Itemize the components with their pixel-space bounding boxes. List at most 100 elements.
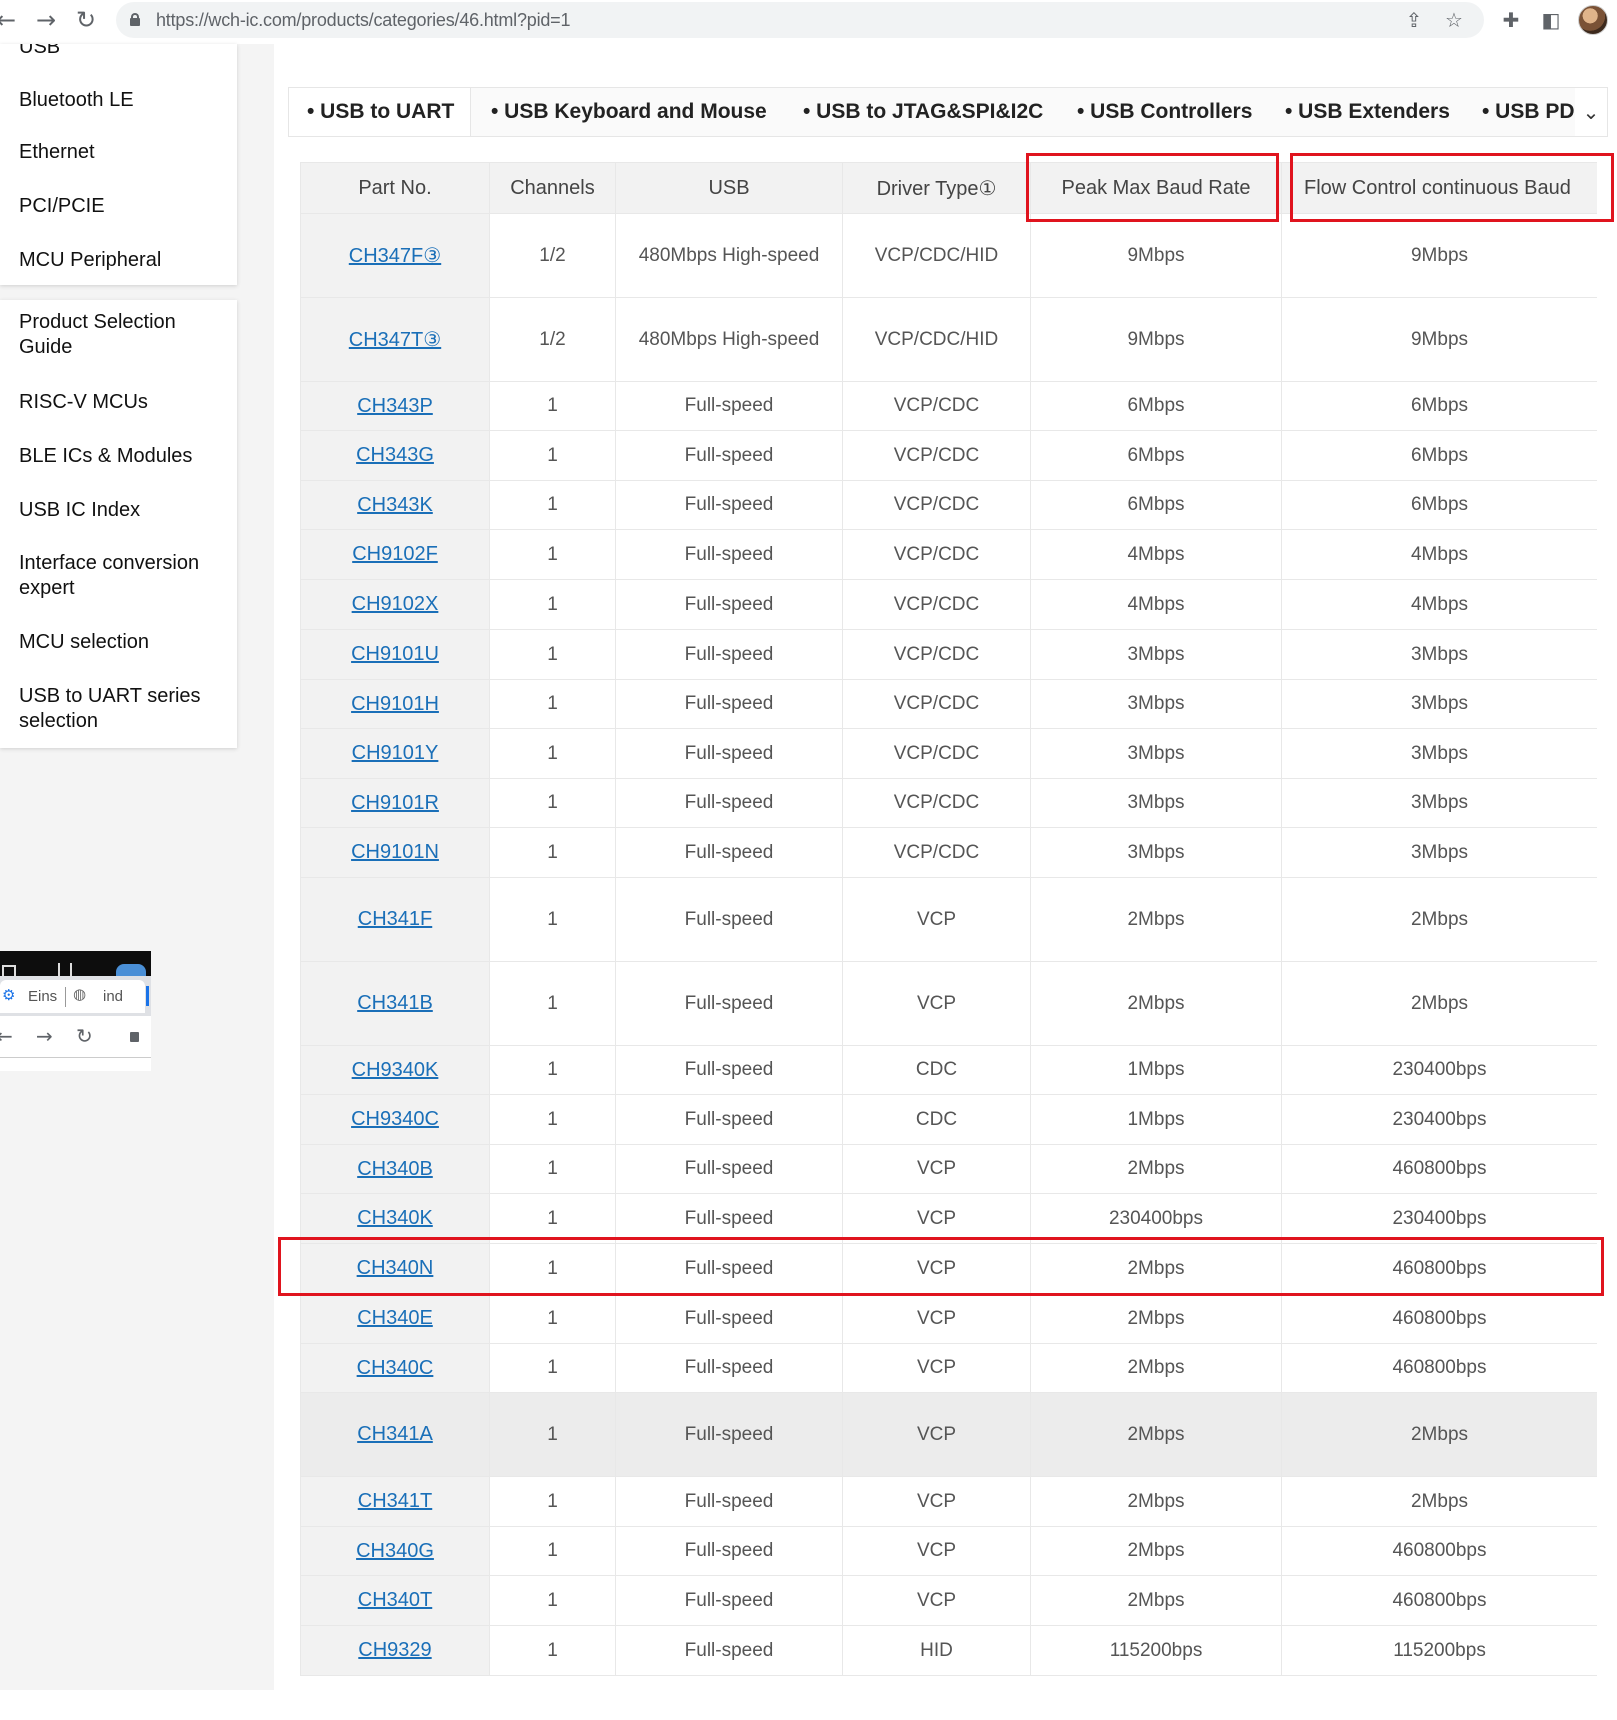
cell-flow-baud: 3Mbps: [1281, 629, 1597, 680]
window-icon: [2, 965, 16, 976]
bookmark-star-icon[interactable]: ☆: [1441, 7, 1467, 33]
part-number-link[interactable]: CH341A: [357, 1423, 433, 1445]
table-header-row: Part No. Channels USB Driver Type① Peak …: [300, 162, 1597, 214]
sidebar-item-usb[interactable]: USB: [19, 44, 229, 60]
cell-flow-baud: 460800bps: [1281, 1293, 1597, 1344]
part-number-link[interactable]: CH343G: [356, 444, 434, 466]
cell-peak-baud: 6Mbps: [1030, 381, 1282, 431]
part-number-link[interactable]: CH9101Y: [352, 742, 439, 764]
sidebar-item-ble-ics-modules[interactable]: BLE ICs & Modules: [19, 444, 229, 469]
cell-peak-baud: 1Mbps: [1030, 1045, 1282, 1095]
table-row: CH9340K 1 Full-speed CDC 1Mbps 230400bps: [300, 1045, 1597, 1095]
cell-flow-baud: 230400bps: [1281, 1045, 1597, 1095]
extensions-icon[interactable]: ✚: [1497, 6, 1525, 34]
part-number-link[interactable]: CH341T: [358, 1490, 432, 1512]
part-number-link[interactable]: CH347T③: [349, 329, 441, 351]
forward-icon[interactable]: →: [32, 6, 60, 34]
cell-flow-baud: 4Mbps: [1281, 579, 1597, 630]
part-number-link[interactable]: CH9329: [358, 1639, 431, 1661]
part-number-link[interactable]: CH340B: [357, 1158, 433, 1180]
tab-usb-pd[interactable]: • USB PD: [1482, 88, 1575, 136]
sidebar-item-product-selection-guide[interactable]: Product Selection Guide: [19, 310, 229, 360]
part-number-link[interactable]: CH9102F: [352, 543, 438, 565]
table-row: CH340E 1 Full-speed VCP 2Mbps 460800bps: [300, 1293, 1597, 1344]
cell-usb: Full-speed: [615, 1293, 843, 1344]
sidebar-item-usb-to-uart-series-selection[interactable]: USB to UART series selection: [19, 684, 229, 734]
table-row: CH340C 1 Full-speed VCP 2Mbps 460800bps: [300, 1343, 1597, 1393]
part-number-link[interactable]: CH9101N: [351, 841, 439, 863]
part-number-link[interactable]: CH341F: [358, 908, 432, 930]
profile-avatar[interactable]: [1578, 5, 1608, 35]
tab-usb-to-uart[interactable]: • USB to UART: [289, 88, 471, 136]
side-panel-icon[interactable]: ◧: [1537, 6, 1565, 34]
cell-part-no: CH9340C: [300, 1094, 490, 1145]
table-row: CH341B 1 Full-speed VCP 2Mbps 2Mbps: [300, 961, 1597, 1046]
part-number-link[interactable]: CH9101U: [351, 643, 439, 665]
taskbar-strip: [0, 951, 151, 976]
col-header-usb[interactable]: USB: [615, 162, 843, 214]
share-icon[interactable]: ⇪: [1401, 7, 1427, 33]
url-text[interactable]: https://wch-ic.com/products/categories/4…: [156, 10, 571, 31]
tab-usb-to-jtag-spi-i2c[interactable]: • USB to JTAG&SPI&I2C: [803, 88, 1043, 136]
part-number-link[interactable]: CH9101H: [351, 693, 439, 715]
tab-usb-controllers[interactable]: • USB Controllers: [1077, 88, 1252, 136]
cell-driver-type: VCP: [842, 1293, 1031, 1344]
cell-usb: Full-speed: [615, 877, 843, 962]
globe-icon: ◍: [73, 985, 87, 1003]
cell-flow-baud: 9Mbps: [1281, 297, 1597, 382]
col-header-peak-max-baud-rate[interactable]: Peak Max Baud Rate: [1030, 162, 1282, 214]
sidebar-item-risc-v-mcus[interactable]: RISC-V MCUs: [19, 390, 229, 415]
reload-icon[interactable]: ↻: [72, 6, 100, 34]
tab-usb-keyboard-and-mouse[interactable]: • USB Keyboard and Mouse: [491, 88, 767, 136]
cell-usb: Full-speed: [615, 1526, 843, 1576]
cell-driver-type: VCP/CDC: [842, 827, 1031, 878]
col-header-part-no[interactable]: Part No.: [300, 162, 490, 214]
part-number-link[interactable]: CH340C: [357, 1357, 434, 1379]
table-row: CH340N 1 Full-speed VCP 2Mbps 460800bps: [300, 1243, 1597, 1294]
sidebar-item-mcu-peripheral[interactable]: MCU Peripheral: [19, 248, 229, 273]
cell-part-no: CH343P: [300, 381, 490, 431]
part-number-link[interactable]: CH9101R: [351, 792, 439, 814]
back-icon[interactable]: ←: [0, 6, 20, 34]
part-number-link[interactable]: CH340E: [357, 1307, 433, 1329]
sidebar-item-bluetooth-le[interactable]: Bluetooth LE: [19, 88, 229, 113]
part-number-link[interactable]: CH9340C: [351, 1108, 439, 1130]
cell-usb: Full-speed: [615, 529, 843, 580]
cell-flow-baud: 4Mbps: [1281, 529, 1597, 580]
sidebar-item-mcu-selection[interactable]: MCU selection: [19, 630, 229, 655]
part-number-link[interactable]: CH340G: [356, 1540, 434, 1562]
cell-peak-baud: 2Mbps: [1030, 1575, 1282, 1626]
table-row: CH343P 1 Full-speed VCP/CDC 6Mbps 6Mbps: [300, 381, 1597, 431]
part-number-link[interactable]: CH340T: [358, 1589, 432, 1611]
cell-channels: 1: [489, 629, 616, 680]
chevron-down-icon[interactable]: ⌄: [1575, 88, 1607, 136]
cell-peak-baud: 2Mbps: [1030, 1343, 1282, 1393]
cell-peak-baud: 2Mbps: [1030, 1526, 1282, 1576]
cell-flow-baud: 6Mbps: [1281, 430, 1597, 481]
sidebar-item-pci-pcie[interactable]: PCI/PCIE: [19, 194, 229, 219]
cell-channels: 1: [489, 827, 616, 878]
cell-flow-baud: 2Mbps: [1281, 877, 1597, 962]
part-number-link[interactable]: CH343P: [357, 395, 433, 417]
col-header-driver-type[interactable]: Driver Type①: [842, 162, 1031, 214]
address-bar[interactable]: https://wch-ic.com/products/categories/4…: [116, 2, 1484, 38]
mini-tab-strip: ⚙ Eins ◍ ind: [0, 976, 151, 1016]
col-header-channels[interactable]: Channels: [489, 162, 616, 214]
col-header-flow-control-baud[interactable]: Flow Control continuous Baud: [1281, 162, 1597, 214]
cell-part-no: CH340G: [300, 1526, 490, 1576]
part-number-link[interactable]: CH9340K: [352, 1059, 439, 1081]
cell-driver-type: VCP: [842, 1243, 1031, 1294]
mini-back-icon: ←: [0, 1024, 13, 1048]
tab-usb-extenders[interactable]: • USB Extenders: [1285, 88, 1450, 136]
part-number-link[interactable]: CH341B: [357, 992, 433, 1014]
cell-usb: Full-speed: [615, 1144, 843, 1194]
part-number-link[interactable]: CH343K: [357, 494, 433, 516]
part-number-link[interactable]: CH9102X: [352, 593, 439, 615]
sidebar-item-interface-conversion-expert[interactable]: Interface conversion expert: [19, 551, 229, 601]
sidebar-item-ethernet[interactable]: Ethernet: [19, 140, 229, 165]
part-number-link[interactable]: CH340N: [357, 1257, 434, 1279]
part-number-link[interactable]: CH340K: [357, 1207, 433, 1229]
part-number-link[interactable]: CH347F③: [349, 245, 441, 267]
sidebar-item-usb-ic-index[interactable]: USB IC Index: [19, 498, 229, 523]
lock-icon[interactable]: [130, 13, 140, 26]
